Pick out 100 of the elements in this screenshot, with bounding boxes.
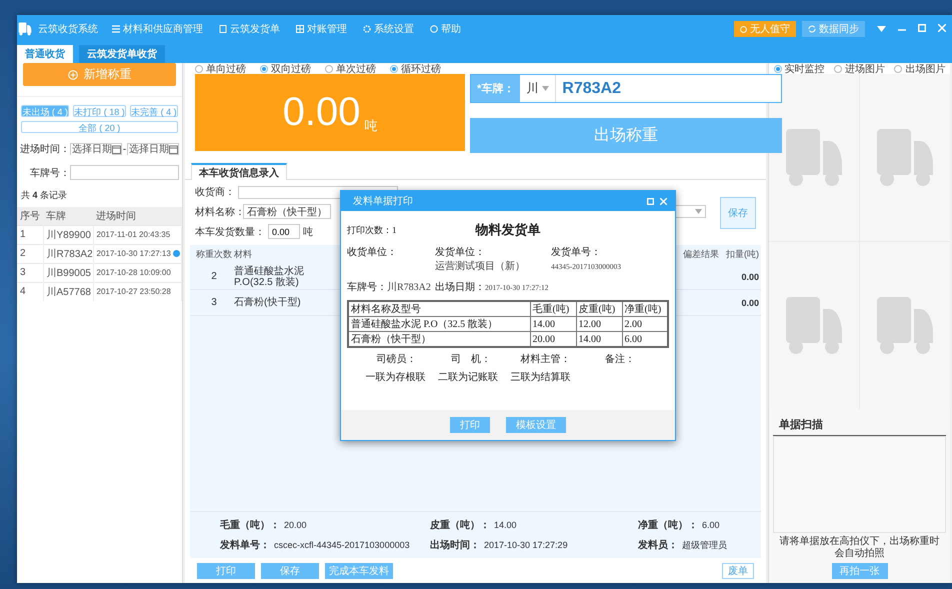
menu-item[interactable]: 帮助 bbox=[430, 22, 461, 36]
filter-button[interactable]: 全部 ( 20 ) bbox=[21, 121, 178, 133]
copy-note: 二联为记账联 bbox=[436, 370, 499, 384]
radio-option[interactable]: 循环过磅 bbox=[390, 62, 441, 76]
quantity-field[interactable]: 0.00 bbox=[268, 224, 300, 239]
radio-option[interactable]: 进场图片 bbox=[834, 62, 885, 76]
table-header-cell: 毛重(吨) bbox=[530, 301, 576, 316]
sync-button[interactable]: 数据同步 bbox=[802, 21, 865, 37]
weight-unit: 吨 bbox=[364, 117, 378, 135]
grid-icon bbox=[296, 25, 304, 33]
field-label: 车牌号： bbox=[29, 166, 70, 180]
filter-button[interactable]: 未打印 ( 18 ) bbox=[73, 105, 126, 117]
dropdown-icon bbox=[877, 26, 886, 32]
calendar-icon bbox=[112, 144, 121, 154]
truck-icon bbox=[784, 294, 844, 356]
add-weighing-button[interactable]: 新增称重 bbox=[23, 63, 176, 86]
tab[interactable]: 云筑发货单收货 bbox=[79, 45, 165, 63]
radio-option[interactable]: 单次过磅 bbox=[325, 62, 376, 76]
radio-option[interactable]: 实时监控 bbox=[774, 62, 825, 76]
help-icon bbox=[430, 25, 438, 33]
void-button[interactable]: 废单 bbox=[722, 563, 754, 579]
action-button[interactable]: 打印 bbox=[197, 563, 255, 579]
summary-value: 2017-10-30 17:27:29 bbox=[484, 540, 568, 550]
action-button[interactable]: 完成本车发料 bbox=[325, 563, 393, 579]
table-cell: 川R783A2 bbox=[43, 244, 93, 263]
table-cell: 12.00 bbox=[576, 316, 622, 332]
save-button[interactable]: 保存 bbox=[720, 197, 756, 229]
summary-label: 出场时间： bbox=[430, 538, 480, 552]
scan-hint: 请将单据放在高拍仪下，出场称重时会自动拍照 bbox=[778, 534, 940, 561]
field-label: 收货商： bbox=[195, 186, 235, 199]
window-title: 云筑收货系统 bbox=[38, 22, 98, 36]
table-cell: 20.00 bbox=[530, 332, 576, 347]
separator-text: - bbox=[122, 144, 127, 154]
column-header: 材料 bbox=[234, 248, 252, 261]
logo-truck-icon bbox=[17, 22, 33, 36]
table-cell: 2 bbox=[211, 271, 217, 282]
truck-icon bbox=[784, 126, 844, 188]
summary-label: 发料员： bbox=[638, 538, 678, 552]
copy-note: 一联为存根联 bbox=[364, 370, 426, 384]
table-cell: 川Y89900 bbox=[43, 225, 93, 244]
dialog-button[interactable]: 打印 bbox=[450, 417, 490, 433]
caret-down-icon bbox=[542, 86, 550, 91]
section-tab[interactable]: 本车收货信息录入 bbox=[191, 163, 287, 180]
material-field[interactable]: 石膏粉（快干型） bbox=[243, 204, 331, 219]
table-cell: 2017-10-28 10:09:00 bbox=[93, 263, 182, 282]
maximize-icon bbox=[647, 198, 654, 204]
radio-option[interactable]: 双向过磅 bbox=[260, 62, 311, 76]
filter-button[interactable]: 未完善 ( 4 ) bbox=[130, 105, 178, 117]
truck-icon bbox=[875, 294, 935, 356]
column-header: 序号 bbox=[17, 207, 43, 225]
field-label: 出场日期： bbox=[435, 280, 485, 294]
menu-item[interactable]: 材料和供应商管理 bbox=[112, 22, 203, 36]
tab[interactable]: 普通收货 bbox=[17, 45, 73, 63]
table-cell: 3 bbox=[17, 263, 43, 282]
radio-option[interactable]: 单向过磅 bbox=[195, 62, 246, 76]
field-label: 收货单位： bbox=[347, 246, 397, 259]
close-icon bbox=[660, 198, 667, 204]
unit-label: 吨 bbox=[303, 226, 313, 238]
column-header: 进场时间 bbox=[93, 207, 182, 225]
menu-item[interactable]: 系统设置 bbox=[363, 22, 414, 36]
field-label: 车牌号： bbox=[347, 280, 387, 294]
table-header-cell: 净重(吨) bbox=[622, 301, 668, 316]
signature-label: 司 机： bbox=[450, 352, 492, 366]
table-cell: 川B99005 bbox=[43, 263, 93, 282]
summary-value: 20.00 bbox=[284, 520, 307, 530]
signature-label: 备注： bbox=[604, 352, 636, 366]
copy-note: 三联为结算联 bbox=[509, 370, 572, 384]
unattended-button[interactable]: 无人值守 bbox=[734, 21, 796, 37]
retake-button[interactable]: 再拍一张 bbox=[832, 563, 888, 579]
signature-label: 材料主管： bbox=[519, 352, 572, 366]
action-button[interactable]: 保存 bbox=[261, 563, 319, 579]
plate-search-field[interactable] bbox=[70, 165, 179, 180]
radio-option[interactable]: 出场图片 bbox=[894, 62, 946, 76]
table-cell: 川A57768 bbox=[43, 282, 93, 301]
sync-icon bbox=[808, 25, 816, 33]
column-header: 车牌 bbox=[43, 207, 93, 225]
table-cell: 2 bbox=[17, 244, 43, 263]
list-icon bbox=[112, 25, 120, 33]
date-field[interactable]: 选择日期 bbox=[70, 143, 122, 155]
circle-icon bbox=[740, 26, 747, 32]
menu-item[interactable]: 对账管理 bbox=[296, 22, 347, 36]
maximize-icon bbox=[918, 24, 926, 32]
plate-field[interactable]: *车牌： 川 R783A2 bbox=[470, 74, 782, 103]
print-count: 打印次数：1 bbox=[347, 224, 398, 236]
filter-button[interactable]: 未出场 ( 4 ) bbox=[21, 105, 70, 117]
column-header: 称重次数 bbox=[196, 248, 232, 261]
summary-value: 6.00 bbox=[702, 520, 720, 530]
summary-value: cscec-xcfl-44345-2017103000003 bbox=[274, 540, 410, 550]
table-header-cell: 材料名称及型号 bbox=[348, 301, 530, 316]
settings-icon bbox=[363, 25, 371, 33]
date-field[interactable]: 选择日期 bbox=[127, 143, 179, 155]
exit-weigh-button[interactable]: 出场称重 bbox=[470, 118, 782, 153]
table-cell: 普通硅酸盐水泥 P.O（32.5 散装） bbox=[348, 316, 530, 332]
summary-label: 毛重（吨）： bbox=[220, 518, 280, 532]
dialog-button[interactable]: 模板设置 bbox=[506, 417, 566, 433]
table-cell: 0.00 bbox=[741, 272, 759, 282]
caret-down-icon bbox=[695, 209, 702, 214]
field-value: 运营测试项目（新） bbox=[435, 260, 525, 273]
menu-item[interactable]: 云筑发货单 bbox=[219, 22, 280, 36]
table-header-cell: 皮重(吨) bbox=[576, 301, 622, 316]
